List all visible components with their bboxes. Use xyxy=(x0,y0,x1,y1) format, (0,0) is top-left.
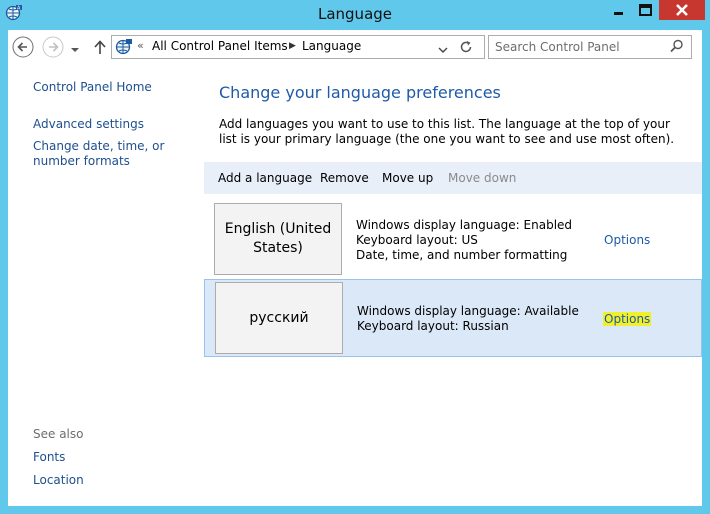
breadcrumb-language[interactable]: Language xyxy=(302,39,361,53)
forward-button[interactable] xyxy=(42,36,64,58)
minimize-icon xyxy=(614,12,623,15)
up-arrow-icon xyxy=(94,40,106,54)
move-up-button[interactable]: Move up xyxy=(382,171,433,185)
title-bar: A Language xyxy=(0,0,710,30)
address-dropdown-button[interactable] xyxy=(438,43,448,53)
maximize-icon xyxy=(639,4,652,16)
navigation-bar: « All Control Panel Items ▶ Language xyxy=(8,30,702,64)
language-toolbar: Add a language Remove Move up Move down xyxy=(204,162,702,194)
language-row-english[interactable]: English (United States) Windows display … xyxy=(204,198,702,278)
control-panel-globe-icon xyxy=(115,39,132,55)
forward-arrow-icon xyxy=(42,36,64,58)
display-language-status: Windows display language: Enabled xyxy=(356,218,573,232)
formatting-info: Date, time, and number formatting xyxy=(356,248,568,262)
display-language-status: Windows display language: Available xyxy=(357,304,579,318)
address-overflow-chevron[interactable]: « xyxy=(137,39,144,52)
breadcrumb-separator-icon[interactable]: ▶ xyxy=(289,41,296,51)
minimize-button[interactable] xyxy=(605,0,632,20)
language-details: Windows display language: Enabled Keyboa… xyxy=(356,218,572,263)
window-content: « All Control Panel Items ▶ Language Sea… xyxy=(8,30,702,506)
remove-button[interactable]: Remove xyxy=(320,171,369,185)
search-box[interactable] xyxy=(488,35,692,59)
language-row-russian[interactable]: русский Windows display language: Availa… xyxy=(204,279,702,357)
address-bar[interactable]: « All Control Panel Items ▶ Language xyxy=(111,35,485,59)
refresh-icon xyxy=(460,41,472,53)
refresh-button[interactable] xyxy=(458,39,474,55)
location-link[interactable]: Location xyxy=(33,473,84,487)
window-title: Language xyxy=(317,5,393,23)
advanced-settings-link[interactable]: Advanced settings xyxy=(33,117,144,131)
options-link[interactable]: Options xyxy=(603,312,652,326)
move-down-button[interactable]: Move down xyxy=(448,171,516,185)
chevron-down-icon xyxy=(438,47,448,53)
language-tile[interactable]: русский xyxy=(215,282,343,354)
keyboard-layout: Keyboard layout: Russian xyxy=(357,319,509,333)
page-description: Add languages you want to use to this li… xyxy=(219,117,675,146)
close-icon xyxy=(676,4,688,16)
recent-locations-button[interactable] xyxy=(70,43,80,52)
back-arrow-icon xyxy=(12,36,34,58)
back-button[interactable] xyxy=(12,36,34,58)
search-icon xyxy=(670,39,683,53)
chevron-down-icon xyxy=(71,48,79,52)
breadcrumb-all-control-panel-items[interactable]: All Control Panel Items xyxy=(152,39,288,53)
add-language-button[interactable]: Add a language xyxy=(218,171,312,185)
options-link[interactable]: Options xyxy=(604,233,650,247)
change-date-time-formats-link[interactable]: Change date, time, or number formats xyxy=(33,139,198,169)
page-title: Change your language preferences xyxy=(219,83,501,102)
fonts-link[interactable]: Fonts xyxy=(33,450,65,464)
see-also-label: See also xyxy=(33,427,84,441)
maximize-button[interactable] xyxy=(632,0,659,20)
control-panel-home-link[interactable]: Control Panel Home xyxy=(33,80,152,94)
language-tile[interactable]: English (United States) xyxy=(214,203,342,275)
close-button[interactable] xyxy=(659,0,705,20)
up-button[interactable] xyxy=(93,39,107,55)
keyboard-layout: Keyboard layout: US xyxy=(356,233,478,247)
search-input[interactable] xyxy=(495,38,663,55)
language-details: Windows display language: Available Keyb… xyxy=(357,304,579,334)
